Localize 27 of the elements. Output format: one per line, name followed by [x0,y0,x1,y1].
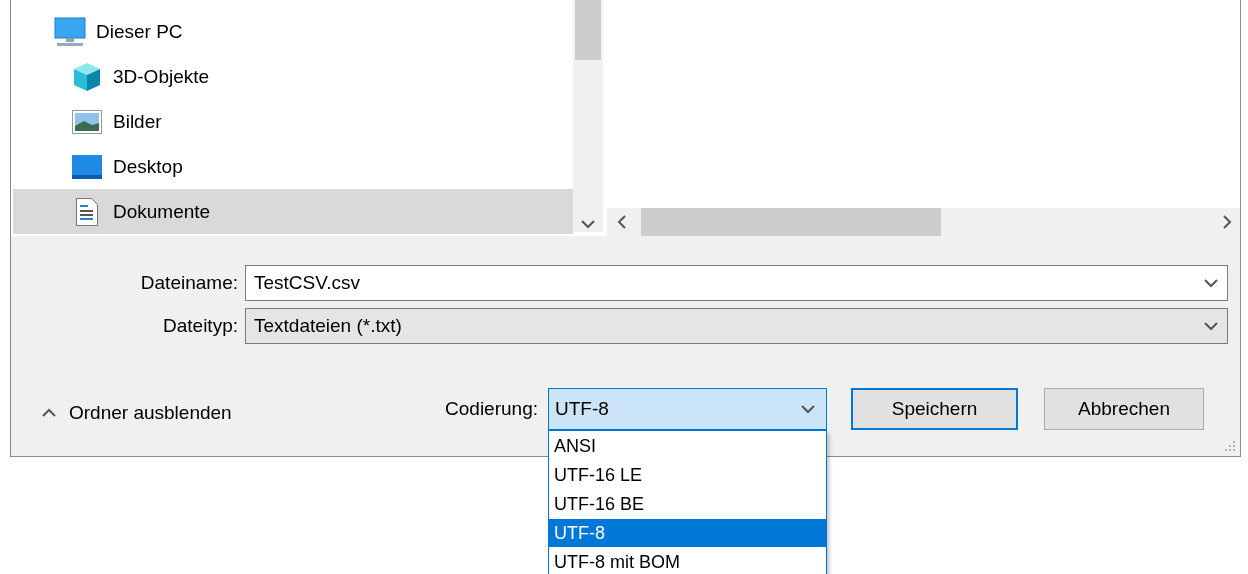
scrollbar-thumb[interactable] [575,0,601,60]
dropdown-option[interactable]: ANSI [549,431,826,460]
computer-icon [54,16,86,47]
scrollbar-thumb[interactable] [641,208,941,236]
nav-item[interactable]: Bilder [13,99,573,144]
input-field[interactable]: TestCSV.csv [245,265,1228,301]
nav-item[interactable]: 3D-Objekte [13,54,573,99]
save-button[interactable]: Speichern [851,388,1018,430]
desktop-icon [72,154,102,179]
cancel-button[interactable]: Abbrechen [1044,388,1204,430]
resize-grip-icon[interactable] [1224,440,1236,452]
scrollbar[interactable] [607,208,1240,236]
encoding-label: Codierung: [445,398,538,420]
document-icon [75,196,99,227]
dropdown-option[interactable]: UTF-8 [549,518,826,547]
picture-icon [72,109,102,134]
scrollbar[interactable] [573,0,603,232]
dropdown-field[interactable]: Textdateien (*.txt) [245,308,1228,344]
dropdown-option[interactable]: UTF-8 mit BOM [549,547,826,574]
hide-folders-button[interactable]: Ordner ausblenden [35,396,238,430]
field-label: Dateiname: [139,272,238,294]
field-label: Dateityp: [162,315,238,337]
nav-item[interactable]: Dokumente [13,189,573,234]
cube-icon [72,61,102,92]
dropdown-option[interactable]: UTF-16 LE [549,460,826,489]
nav-item[interactable]: Desktop [13,144,573,189]
nav-item[interactable]: Dieser PC [13,9,573,54]
